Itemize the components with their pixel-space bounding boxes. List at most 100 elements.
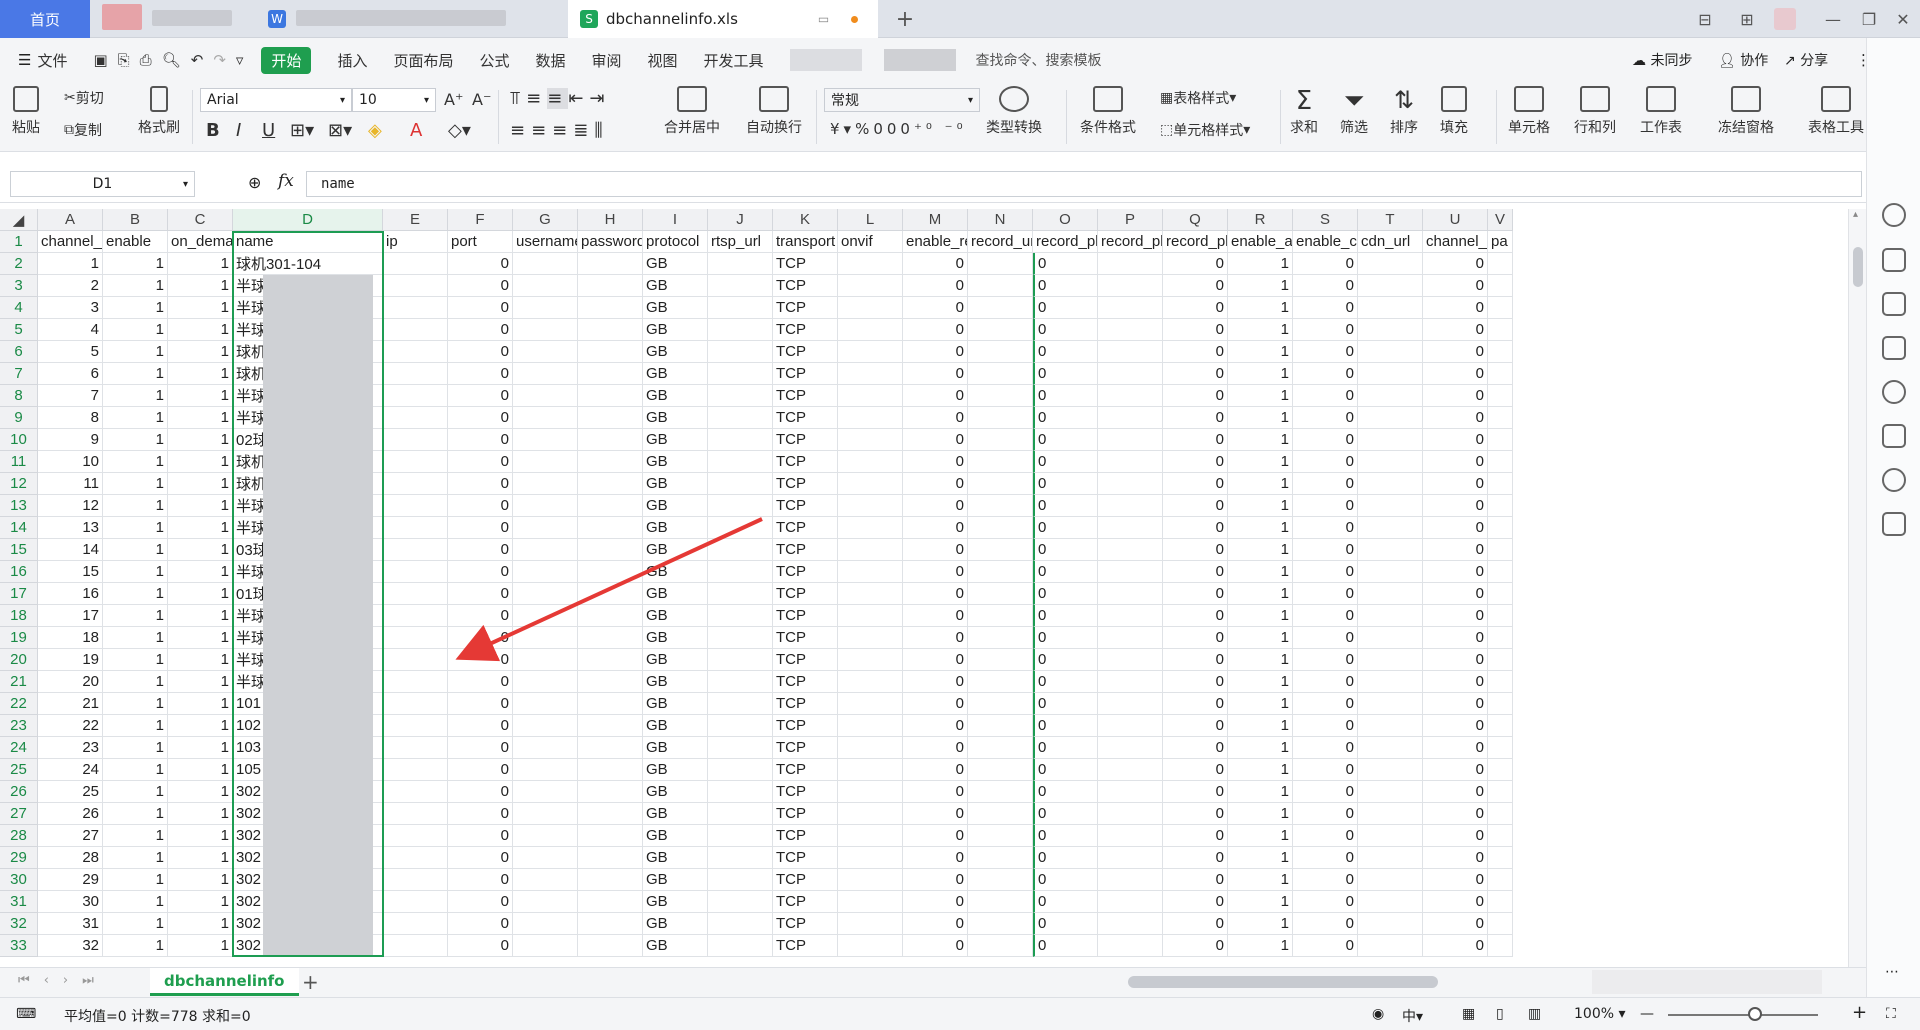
table-cell[interactable] — [1098, 561, 1163, 583]
table-cell[interactable]: TCP — [773, 891, 838, 913]
table-cell[interactable] — [1098, 451, 1163, 473]
table-cell[interactable] — [1098, 275, 1163, 297]
table-cell[interactable] — [838, 803, 903, 825]
table-cell[interactable]: 0 — [1423, 825, 1488, 847]
more-options-icon[interactable]: ⋯ — [1885, 964, 1899, 980]
table-cell[interactable] — [513, 341, 578, 363]
table-cell[interactable] — [383, 517, 448, 539]
row-header[interactable]: 31 — [0, 891, 38, 913]
table-cell[interactable]: 25 — [38, 781, 103, 803]
table-cell[interactable] — [708, 803, 773, 825]
table-cell[interactable]: 1 — [103, 363, 168, 385]
table-cell[interactable]: 0 — [903, 627, 968, 649]
table-cell[interactable]: 1 — [103, 495, 168, 517]
table-cell[interactable]: GB — [643, 715, 708, 737]
table-cell[interactable] — [513, 451, 578, 473]
table-cell[interactable]: 0 — [1163, 297, 1228, 319]
table-cell[interactable]: 0 — [1033, 451, 1098, 473]
table-cell[interactable] — [1488, 451, 1513, 473]
table-cell[interactable] — [1358, 253, 1423, 275]
table-cell[interactable] — [1098, 825, 1163, 847]
table-cell[interactable]: GB — [643, 561, 708, 583]
table-cell[interactable]: GB — [643, 737, 708, 759]
header-cell[interactable]: record_plan — [1033, 231, 1098, 253]
header-cell[interactable]: protocol — [643, 231, 708, 253]
rocket-icon[interactable] — [1882, 203, 1906, 227]
table-cell[interactable]: 1 — [1228, 297, 1293, 319]
table-cell[interactable]: 1 — [168, 253, 233, 275]
table-cell[interactable]: 1 — [1228, 473, 1293, 495]
table-cell[interactable]: TCP — [773, 517, 838, 539]
table-cell[interactable]: 0 — [1163, 517, 1228, 539]
table-cell[interactable] — [383, 319, 448, 341]
column-header-q[interactable]: Q — [1163, 209, 1228, 231]
table-cell[interactable] — [513, 781, 578, 803]
table-cell[interactable]: 27 — [38, 825, 103, 847]
table-cell[interactable]: 1 — [168, 583, 233, 605]
table-cell[interactable]: 1 — [1228, 759, 1293, 781]
column-header-c[interactable]: C — [168, 209, 233, 231]
table-cell[interactable]: 0 — [1423, 671, 1488, 693]
table-cell[interactable] — [1098, 583, 1163, 605]
table-cell[interactable]: 0 — [1423, 495, 1488, 517]
table-cell[interactable] — [383, 715, 448, 737]
horizontal-align-icons[interactable]: ≡≡≡≣⫼ — [510, 120, 609, 141]
table-cell[interactable]: 0 — [1033, 627, 1098, 649]
table-cell[interactable] — [578, 605, 643, 627]
table-cell[interactable] — [383, 627, 448, 649]
column-header-d[interactable]: D — [233, 209, 383, 231]
table-cell[interactable]: 1 — [1228, 715, 1293, 737]
sheet-nav-icons[interactable]: ⏮‹›⏭ — [18, 973, 108, 988]
table-cell[interactable]: 0 — [1163, 825, 1228, 847]
table-cell[interactable]: 0 — [1293, 869, 1358, 891]
table-cell[interactable] — [578, 693, 643, 715]
table-cell[interactable] — [708, 627, 773, 649]
table-style-button[interactable]: ▦ 表格样式 ▾ — [1160, 88, 1236, 108]
table-cell[interactable] — [1488, 715, 1513, 737]
cell-style-button[interactable]: ⬚ 单元格样式 ▾ — [1160, 120, 1250, 140]
table-cell[interactable] — [513, 847, 578, 869]
table-cell[interactable]: 0 — [448, 781, 513, 803]
table-cell[interactable]: 0 — [1423, 297, 1488, 319]
row-header[interactable]: 23 — [0, 715, 38, 737]
table-cell[interactable] — [578, 473, 643, 495]
table-cell[interactable]: 0 — [1293, 473, 1358, 495]
row-header[interactable]: 8 — [0, 385, 38, 407]
table-cell[interactable] — [708, 319, 773, 341]
table-cell[interactable]: 1 — [1228, 781, 1293, 803]
table-cell[interactable]: 0 — [448, 319, 513, 341]
table-cell[interactable]: TCP — [773, 473, 838, 495]
table-cell[interactable]: 1 — [103, 781, 168, 803]
column-header-b[interactable]: B — [103, 209, 168, 231]
column-header-g[interactable]: G — [513, 209, 578, 231]
table-cell[interactable]: 0 — [1293, 825, 1358, 847]
table-cell[interactable]: 0 — [1293, 517, 1358, 539]
table-cell[interactable]: GB — [643, 605, 708, 627]
row-header[interactable]: 10 — [0, 429, 38, 451]
table-cell[interactable] — [1488, 649, 1513, 671]
table-cell[interactable] — [968, 407, 1033, 429]
table-cell[interactable]: 1 — [103, 693, 168, 715]
table-cell[interactable]: GB — [643, 253, 708, 275]
row-header[interactable]: 33 — [0, 935, 38, 957]
table-cell[interactable]: GB — [643, 473, 708, 495]
minimize-icon[interactable]: — — [1816, 0, 1850, 38]
table-cell[interactable]: GB — [643, 693, 708, 715]
table-cell[interactable]: 1 — [168, 319, 233, 341]
table-cell[interactable]: TCP — [773, 407, 838, 429]
table-cell[interactable]: 0 — [1033, 363, 1098, 385]
image-search-icon[interactable] — [1882, 424, 1906, 448]
table-cell[interactable] — [1098, 605, 1163, 627]
table-cell[interactable] — [513, 561, 578, 583]
table-cell[interactable]: 19 — [38, 649, 103, 671]
table-cell[interactable]: 10 — [38, 451, 103, 473]
table-cell[interactable]: 1 — [1228, 495, 1293, 517]
table-cell[interactable]: 1 — [1228, 935, 1293, 957]
cell-button[interactable]: 单元格 — [1508, 86, 1550, 137]
column-header-f[interactable]: F — [448, 209, 513, 231]
table-cell[interactable]: 0 — [1293, 671, 1358, 693]
eye-protect-icon[interactable]: ◉ — [1372, 1006, 1384, 1022]
table-cell[interactable] — [708, 671, 773, 693]
table-cell[interactable] — [578, 495, 643, 517]
table-cell[interactable]: 1 — [1228, 539, 1293, 561]
